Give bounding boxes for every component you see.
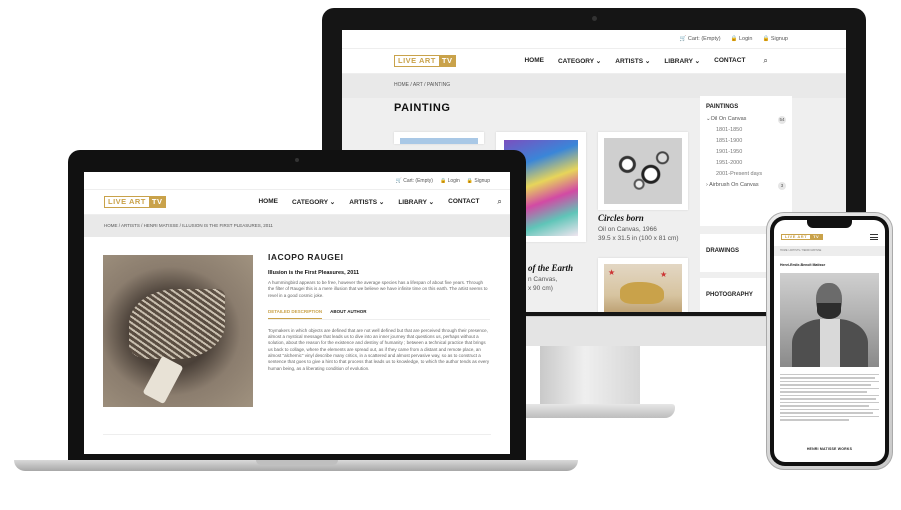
artwork-image[interactable]: [103, 255, 253, 407]
artist-name[interactable]: IACOPO RAUGEI: [268, 252, 490, 262]
cart-link[interactable]: 🛒 Cart: (Empty): [680, 36, 721, 42]
site-logo[interactable]: LIVE ART TV: [394, 55, 457, 67]
breadcrumb: HOME / ARTISTS / HENRI MATISSE: [774, 246, 885, 256]
sidebar-item-oil-on-canvas[interactable]: ⌄Oil On Canvas 54: [706, 116, 786, 127]
nav-home[interactable]: HOME: [524, 57, 544, 65]
chevron-down-icon: ⌄: [378, 199, 385, 206]
monitor-stand-neck: [540, 346, 640, 408]
artwork-thumbnail: [400, 138, 478, 144]
portrait-beard: [817, 303, 841, 319]
artwork-card[interactable]: ★ ★: [598, 258, 688, 312]
wolf-figure: [620, 282, 664, 304]
site-logo[interactable]: LIVE ART TV: [104, 196, 167, 208]
breadcrumb: HOME / ARTISTS / HENRI MATISSE / ILLUSIO…: [84, 215, 510, 237]
sidebar-item-period[interactable]: 1951-2000: [706, 160, 786, 171]
sidebar-item-airbrush[interactable]: › Airbrush On Canvas 3: [706, 182, 786, 193]
laptop-screen: 🛒 Cart: (Empty) 🔒 Login 🔒 Signup LIVE AR…: [84, 172, 510, 454]
star-icon: ★: [608, 268, 616, 277]
hamburger-menu-icon[interactable]: [870, 234, 878, 240]
main-menu: HOME CATEGORY ⌄ ARTISTS ⌄ LIBRARY ⌄ CONT…: [524, 57, 745, 65]
lock-icon: 🔒: [762, 36, 770, 42]
nav-library[interactable]: LIBRARY ⌄: [398, 198, 434, 206]
artwork-card[interactable]: [598, 132, 688, 210]
artist-works-button[interactable]: HENRI MATISSE WORKS: [774, 447, 885, 451]
cart-icon: 🛒: [395, 177, 402, 184]
monitor-camera: [592, 16, 597, 21]
detail-tabs: DETAILED DESCRIPTION ABOUT AUTHOR: [268, 309, 490, 320]
phone-screen: LIVE ART TV HOME / ARTISTS / HENRI MATISS…: [774, 220, 885, 462]
sidebar-item-period[interactable]: 1901-1950: [706, 149, 786, 160]
search-icon[interactable]: ⌕: [497, 197, 501, 207]
artwork-card[interactable]: [394, 132, 484, 144]
laptop-camera: [295, 158, 299, 162]
nav-category[interactable]: CATEGORY ⌄: [558, 57, 601, 65]
nav-contact[interactable]: CONTACT: [714, 57, 745, 65]
monitor-navbar: LIVE ART TV HOME CATEGORY ⌄ ARTISTS ⌄ LIB…: [342, 48, 846, 74]
artwork-caption: Circles born Oil on Canvas, 1966 39.5 x …: [598, 213, 679, 243]
device-mockup-scene: 🛒 Cart: (Empty) 🔒 Login 🔒 Signup LIVE AR…: [0, 0, 901, 510]
chevron-down-icon: ⌄: [329, 199, 336, 206]
tab-about-author[interactable]: ABOUT AUTHOR: [330, 309, 366, 319]
lock-icon: 🔒: [730, 36, 738, 42]
chevron-down-icon: ⌄: [694, 58, 701, 65]
artwork-shard: [142, 355, 184, 405]
laptop-topbar: 🛒 Cart: (Empty) 🔒 Login 🔒 Signup: [84, 172, 510, 189]
nav-home[interactable]: HOME: [258, 198, 278, 206]
nav-library[interactable]: LIBRARY ⌄: [664, 57, 700, 65]
laptop-hinge-notch: [256, 460, 338, 465]
artwork-bird-figure: [129, 289, 225, 359]
artwork-description: Toymakers in which objects are defined t…: [268, 327, 490, 371]
nav-artists[interactable]: ARTISTS ⌄: [615, 57, 650, 65]
monitor-topbar: 🛒 Cart: (Empty) 🔒 Login 🔒 Signup: [342, 30, 846, 48]
chevron-right-icon: ›: [706, 182, 708, 188]
artwork-caption: of the Earth n Canvas, x 90 cm): [528, 263, 574, 293]
artwork-intro: A hummingbird appears to be free, howeve…: [268, 280, 488, 298]
tab-detailed-description[interactable]: DETAILED DESCRIPTION: [268, 309, 323, 319]
chevron-down-icon: ⌄: [644, 58, 651, 65]
biography-text: [780, 374, 879, 423]
nav-artists[interactable]: ARTISTS ⌄: [349, 198, 384, 206]
site-logo[interactable]: LIVE ART TV: [781, 234, 824, 240]
signup-link[interactable]: 🔒 Signup: [467, 178, 490, 184]
artwork-title: Illusion is the First Pleasures, 2011: [268, 270, 360, 276]
sidebar-item-period[interactable]: 1851-1900: [706, 138, 786, 149]
sidebar-item-period[interactable]: 1801-1850: [706, 127, 786, 138]
nav-category[interactable]: CATEGORY ⌄: [292, 198, 335, 206]
portrait-coat: [820, 319, 840, 367]
monitor-stand-base: [505, 404, 675, 418]
artist-name: Henri-Emile-Benoît Matisse: [780, 263, 826, 267]
page-title: PAINTING: [394, 102, 451, 114]
signup-link[interactable]: 🔒 Signup: [762, 36, 788, 42]
artwork-thumbnail: [604, 138, 682, 204]
chevron-down-icon: ⌄: [595, 58, 602, 65]
laptop-navbar: LIVE ART TV HOME CATEGORY ⌄ ARTISTS ⌄ LIB…: [84, 189, 510, 215]
nav-contact[interactable]: CONTACT: [448, 198, 479, 206]
search-icon[interactable]: ⌕: [763, 56, 767, 66]
login-link[interactable]: 🔒 Login: [731, 36, 753, 42]
lock-icon: 🔒: [439, 177, 447, 184]
cart-link[interactable]: 🛒 Cart: (Empty): [396, 178, 433, 184]
lock-icon: 🔒: [466, 177, 474, 184]
sidebar-paintings: PAINTINGS ⌄Oil On Canvas 54 1801-1850 185…: [700, 96, 792, 226]
star-icon: ★: [660, 270, 668, 279]
sidebar-item-period[interactable]: 2001-Present days: [706, 171, 786, 182]
artwork-detail: IACOPO RAUGEI Illusion is the First Plea…: [268, 252, 490, 372]
main-menu: HOME CATEGORY ⌄ ARTISTS ⌄ LIBRARY ⌄ CONT…: [258, 198, 479, 206]
phone-notch: [807, 220, 852, 228]
divider: [103, 434, 491, 435]
login-link[interactable]: 🔒 Login: [440, 178, 460, 184]
breadcrumb: HOME / ART / PAINTING: [342, 74, 846, 98]
cart-icon: 🛒: [679, 36, 687, 42]
artist-portrait: [780, 273, 879, 367]
chevron-down-icon: ⌄: [428, 199, 435, 206]
